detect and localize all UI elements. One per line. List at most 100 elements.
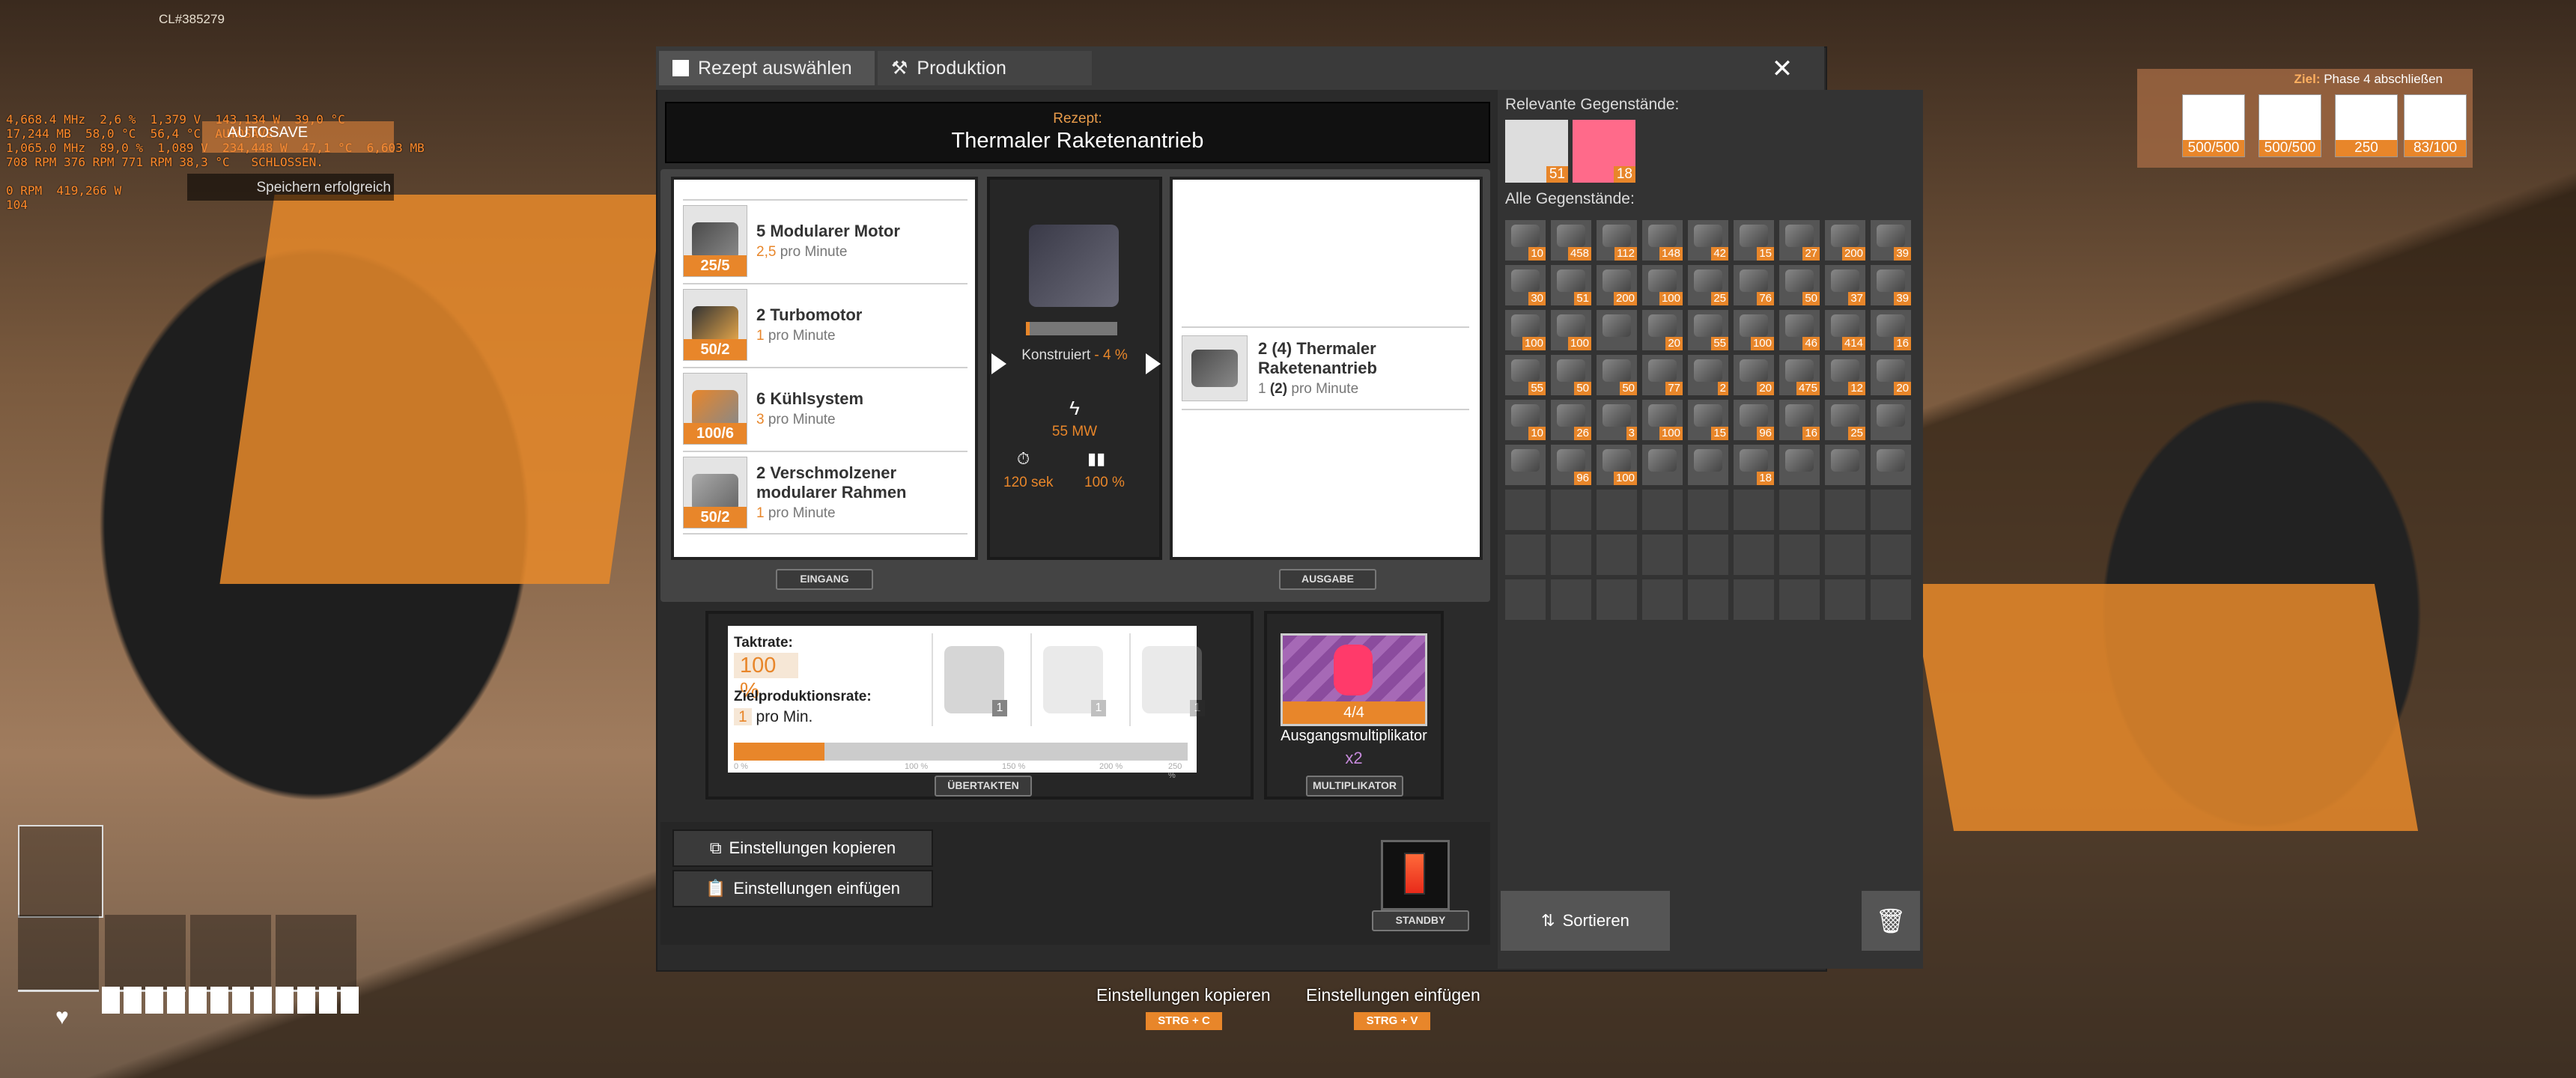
trash-icon[interactable]: 🗑 xyxy=(1862,891,1920,951)
inventory-slot[interactable]: 100 xyxy=(1642,265,1683,305)
inventory-slot[interactable] xyxy=(1779,535,1820,575)
standby-switch[interactable] xyxy=(1381,840,1450,910)
inventory-slot[interactable]: 96 xyxy=(1551,445,1591,485)
inventory-slot[interactable]: 55 xyxy=(1688,310,1728,350)
inventory-slot[interactable]: 12 xyxy=(1825,355,1865,395)
inventory-slot[interactable]: 46 xyxy=(1779,310,1820,350)
inventory-slot[interactable]: 200 xyxy=(1597,265,1637,305)
inventory-slot[interactable] xyxy=(1505,490,1546,530)
inventory-slot[interactable] xyxy=(1825,579,1865,620)
inventory-slot[interactable]: 3 xyxy=(1597,400,1637,440)
inventory-slot[interactable] xyxy=(1597,490,1637,530)
inventory-slot[interactable]: 50 xyxy=(1551,355,1591,395)
inventory-slot[interactable] xyxy=(1871,490,1911,530)
inventory-slot[interactable]: 30 xyxy=(1505,265,1546,305)
inventory-slot[interactable] xyxy=(1871,579,1911,620)
tab-recipe-select[interactable]: Rezept auswählen xyxy=(659,51,875,85)
inventory-slot[interactable]: 16 xyxy=(1779,400,1820,440)
target-rate-input[interactable]: 1 pro Min. xyxy=(734,708,812,726)
inventory-slot[interactable]: 200 xyxy=(1825,220,1865,261)
inventory-slot[interactable]: 100 xyxy=(1642,400,1683,440)
inventory-slot[interactable]: 10 xyxy=(1505,400,1546,440)
inventory-slot[interactable] xyxy=(1551,490,1591,530)
inventory-slot[interactable] xyxy=(1871,400,1911,440)
inventory-slot[interactable]: 25 xyxy=(1825,400,1865,440)
inventory-slot[interactable] xyxy=(1642,445,1683,485)
copy-settings-button[interactable]: ⧉ Einstellungen kopieren xyxy=(672,829,933,867)
inventory-slot[interactable] xyxy=(1505,535,1546,575)
inventory-slot[interactable]: 96 xyxy=(1734,400,1774,440)
inventory-slot[interactable] xyxy=(1734,579,1774,620)
hotbar-slot[interactable] xyxy=(18,915,99,992)
inventory-slot[interactable]: 27 xyxy=(1779,220,1820,261)
inventory-slot[interactable] xyxy=(1688,535,1728,575)
somersloop-slot[interactable]: 4/4 xyxy=(1281,633,1427,726)
inventory-slot[interactable] xyxy=(1734,490,1774,530)
inventory-slot[interactable]: 20 xyxy=(1734,355,1774,395)
hotbar-slot[interactable] xyxy=(276,915,356,992)
tab-production[interactable]: ⚒ Produktion xyxy=(878,51,1092,85)
inventory-slot[interactable]: 10 xyxy=(1505,220,1546,261)
clock-rate-input[interactable]: 100 % xyxy=(734,653,798,703)
hotbar-slot[interactable] xyxy=(105,915,186,992)
inventory-slot[interactable]: 148 xyxy=(1642,220,1683,261)
inventory-slot[interactable]: 112 xyxy=(1597,220,1637,261)
power-shard-slot[interactable]: 1 xyxy=(1030,633,1114,726)
inventory-slot[interactable]: 55 xyxy=(1505,355,1546,395)
inventory-slot[interactable] xyxy=(1871,445,1911,485)
inventory-slot[interactable] xyxy=(1642,579,1683,620)
inventory-slot[interactable] xyxy=(1779,490,1820,530)
inventory-slot[interactable]: 20 xyxy=(1642,310,1683,350)
close-button[interactable]: ✕ xyxy=(1766,54,1799,84)
inventory-slot[interactable]: 77 xyxy=(1642,355,1683,395)
inventory-slot[interactable]: 100 xyxy=(1734,310,1774,350)
inventory-slot[interactable]: 26 xyxy=(1551,400,1591,440)
inventory-slot[interactable] xyxy=(1688,490,1728,530)
sort-button[interactable]: ⇅ Sortieren xyxy=(1501,891,1670,951)
inventory-slot[interactable] xyxy=(1871,535,1911,575)
inventory-slot[interactable] xyxy=(1779,445,1820,485)
inventory-slot[interactable] xyxy=(1597,535,1637,575)
inventory-slot[interactable] xyxy=(1551,535,1591,575)
inventory-slot[interactable]: 39 xyxy=(1871,220,1911,261)
inventory-slot[interactable]: 100 xyxy=(1551,310,1591,350)
inventory-slot[interactable] xyxy=(1505,445,1546,485)
inventory-slot[interactable]: 18 xyxy=(1734,445,1774,485)
inventory-slot[interactable] xyxy=(1551,579,1591,620)
power-shard-slot[interactable]: 1 xyxy=(932,633,1015,726)
inventory-slot[interactable]: 25 xyxy=(1688,265,1728,305)
inventory-slot[interactable] xyxy=(1825,490,1865,530)
inventory-slot[interactable]: 37 xyxy=(1825,265,1865,305)
inventory-slot[interactable] xyxy=(1642,535,1683,575)
inventory-slot[interactable] xyxy=(1505,579,1546,620)
inventory-slot[interactable]: 39 xyxy=(1871,265,1911,305)
clock-slider[interactable] xyxy=(734,743,1188,761)
power-shard-slot[interactable]: 1 xyxy=(1129,633,1213,726)
inventory-slot[interactable]: 20 xyxy=(1871,355,1911,395)
inventory-slot[interactable] xyxy=(1734,535,1774,575)
paste-settings-button[interactable]: 📋 Einstellungen einfügen xyxy=(672,870,933,907)
inventory-slot[interactable] xyxy=(1688,579,1728,620)
inventory-slot[interactable]: 475 xyxy=(1779,355,1820,395)
inventory-slot[interactable]: 100 xyxy=(1597,445,1637,485)
relevant-item-slot[interactable]: 18 xyxy=(1573,120,1635,183)
inventory-slot[interactable]: 42 xyxy=(1688,220,1728,261)
inventory-slot[interactable]: 76 xyxy=(1734,265,1774,305)
inventory-slot[interactable]: 15 xyxy=(1734,220,1774,261)
inventory-slot[interactable]: 414 xyxy=(1825,310,1865,350)
relevant-item-slot[interactable]: 51 xyxy=(1505,120,1568,183)
inventory-slot[interactable]: 458 xyxy=(1551,220,1591,261)
inventory-slot[interactable] xyxy=(1642,490,1683,530)
inventory-slot[interactable]: 50 xyxy=(1779,265,1820,305)
inventory-slot[interactable] xyxy=(1597,579,1637,620)
hotbar-slot[interactable] xyxy=(190,915,271,992)
inventory-slot[interactable]: 15 xyxy=(1688,400,1728,440)
inventory-slot[interactable]: 100 xyxy=(1505,310,1546,350)
inventory-slot[interactable]: 16 xyxy=(1871,310,1911,350)
inventory-slot[interactable]: 50 xyxy=(1597,355,1637,395)
inventory-slot[interactable] xyxy=(1779,579,1820,620)
inventory-slot[interactable]: 2 xyxy=(1688,355,1728,395)
inventory-slot[interactable] xyxy=(1597,310,1637,350)
inventory-slot[interactable] xyxy=(1688,445,1728,485)
inventory-slot[interactable]: 51 xyxy=(1551,265,1591,305)
